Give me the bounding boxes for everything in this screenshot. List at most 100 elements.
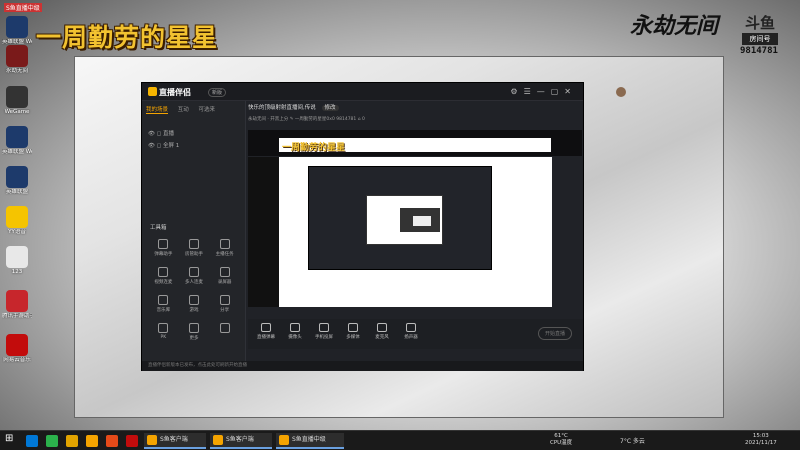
browser-icon[interactable]	[106, 435, 118, 447]
taskview-icon[interactable]	[26, 435, 38, 447]
status-bar[interactable]: 直播伴侣新版本已发布，点击此处可刷新开始直播	[142, 361, 583, 371]
nested-preview-4	[413, 216, 431, 226]
toolbox-item[interactable]: 多人连麦	[179, 267, 210, 285]
douyu-icon	[213, 435, 223, 445]
tool-icon	[219, 323, 230, 333]
avatar[interactable]	[616, 87, 626, 99]
desktop-icon[interactable]: 英雄联盟 WeGame版	[2, 126, 32, 156]
toolbox-item[interactable]: 弹幕助手	[148, 239, 179, 257]
toolbox-grid: 弹幕助手 房管助手 主播任务视频连麦 多人连麦 录屏器音乐库 游戏 分享 PK 更多	[148, 239, 240, 341]
bottom-tool-button[interactable]: 摄像头	[281, 323, 309, 340]
toolbox-item[interactable]: 视频连麦	[148, 267, 179, 285]
naraka-icon	[6, 45, 28, 67]
bottom-toolbar: 直播弹幕 摄像头 手机投屏 多媒体 麦克风 扬声器 开始直播	[248, 319, 583, 349]
app-name: 直播伴侣	[159, 88, 191, 97]
edit-title-button[interactable]: 修改	[321, 105, 339, 111]
task-douyu-client-2[interactable]: S鱼客户端	[210, 433, 272, 449]
toolbox-item[interactable]: 房管助手	[179, 239, 210, 257]
scene-item-live[interactable]: 👁 ◻ 直播	[148, 129, 174, 137]
streamer-title: 一周勤劳的星星	[36, 23, 219, 52]
bottom-tool-icon	[261, 323, 271, 332]
tool-icon	[188, 295, 199, 305]
desktop-icon[interactable]: 网易云音乐	[2, 334, 32, 364]
stream-title: 快乐的顶级射射直播间,传说 修改	[248, 103, 339, 111]
bottom-tool-button[interactable]: 多媒体	[339, 323, 367, 340]
tool-icon	[158, 323, 169, 333]
wechat-icon[interactable]	[46, 435, 58, 447]
bottom-tool-icon	[406, 323, 416, 332]
douyu-icon	[147, 435, 157, 445]
wegame-icon	[6, 86, 28, 108]
preview-streamer-title: 一周勤劳的星星	[282, 143, 346, 153]
platform-badge: 斗鱼 房间号	[742, 12, 778, 45]
app-titlebar: 直播伴侣 新版 ⚙☰—▢✕	[142, 83, 626, 101]
sidebar-tabs: 我的场景 互动 可选来	[146, 105, 223, 114]
bottom-tool-icon	[348, 323, 358, 332]
room-id: 9814781	[740, 46, 778, 56]
room-label: 房间号	[742, 33, 778, 45]
lol-icon	[6, 166, 28, 188]
task-douyu-client-1[interactable]: S鱼客户端	[144, 433, 206, 449]
toolbox-item[interactable]: 分享	[209, 295, 240, 313]
tab-scenes[interactable]: 我的场景	[146, 107, 169, 114]
tool-icon	[158, 295, 169, 305]
desktop-icon[interactable]: 英雄联盟	[2, 166, 32, 196]
bottom-tool-icon	[319, 323, 329, 332]
desktop-icon[interactable]: 英雄联盟 WeGame版	[2, 16, 32, 46]
taskbar: ⊞ S鱼客户端 S鱼客户端 S鱼直播中级 61°C CPU温度 7°C 多云 15…	[0, 430, 800, 450]
douyu-logo: 斗鱼	[744, 14, 775, 32]
tool-icon	[219, 239, 230, 249]
bottom-tool-button[interactable]: 手机投屏	[310, 323, 338, 340]
stream-tag: S鱼直播中级	[4, 3, 42, 12]
douyu-icon	[279, 435, 289, 445]
tencent-icon	[6, 290, 28, 312]
stream-sub-info: 永劫无间 · 开黑上分 ✎ 一周勤劳的星星0x0 9814781 ⌂ 0	[248, 117, 365, 122]
file-icon	[6, 246, 28, 268]
desktop-icon[interactable]: 腾讯手游助手	[2, 290, 32, 320]
sidebar: 我的场景 互动 可选来 👁 ◻ 直播 👁 ◻ 全屏 1 工具箱 弹幕助手 房管助手…	[142, 101, 246, 371]
tool-icon	[188, 239, 199, 249]
bottom-tool-icon	[290, 323, 300, 332]
game-icon[interactable]	[86, 435, 98, 447]
weather-widget[interactable]: 7°C 多云	[620, 436, 645, 445]
tool-icon	[219, 267, 230, 277]
bottom-tool-icon	[377, 323, 387, 332]
tab-interact[interactable]: 互动	[178, 107, 189, 113]
tab-optional[interactable]: 可选来	[199, 107, 216, 113]
tool-icon	[219, 295, 230, 305]
toolbox-item[interactable]: 录屏器	[209, 267, 240, 285]
desktop-icon[interactable]: 123	[2, 246, 32, 276]
netease-icon[interactable]	[126, 435, 138, 447]
yy-icon	[6, 206, 28, 228]
lol-icon	[6, 126, 28, 148]
bottom-tool-button[interactable]: 麦克风	[368, 323, 396, 340]
toolbox-item[interactable]: 游戏	[179, 295, 210, 313]
toolbox-item[interactable]: 更多	[179, 323, 210, 341]
version-badge[interactable]: 新版	[208, 88, 227, 97]
bottom-tool-button[interactable]: 直播弹幕	[252, 323, 280, 340]
tool-icon	[158, 267, 169, 277]
cpu-temp-widget[interactable]: 61°C CPU温度	[550, 433, 572, 447]
window-controls[interactable]: ⚙☰—▢✕	[510, 87, 577, 96]
folder-icon[interactable]	[66, 435, 78, 447]
toolbox-item[interactable]: PK	[148, 323, 179, 341]
tool-icon	[158, 239, 169, 249]
desktop-icon[interactable]: YY语音	[2, 206, 32, 236]
start-stream-button[interactable]: 开始直播	[538, 327, 573, 340]
task-douyu-live[interactable]: S鱼直播中级	[276, 433, 344, 449]
lol-icon	[6, 16, 28, 38]
netease-music-icon	[6, 334, 28, 356]
game-logo: 永劫无间	[630, 13, 719, 39]
scene-item-fullscreen[interactable]: 👁 ◻ 全屏 1	[148, 141, 179, 149]
windows-start-icon[interactable]: ⊞	[5, 433, 17, 445]
app-logo: 直播伴侣	[148, 87, 191, 98]
toolbox-item[interactable]: 主播任务	[209, 239, 240, 257]
toolbox-item[interactable]: 音乐库	[148, 295, 179, 313]
toolbox-item[interactable]	[209, 323, 240, 341]
tool-icon	[188, 323, 199, 333]
desktop-icon[interactable]: WeGame	[2, 86, 32, 116]
clock[interactable]: 15:03 2021/11/17	[745, 433, 777, 447]
tool-icon	[188, 267, 199, 277]
bottom-tool-button[interactable]: 扬声器	[397, 323, 425, 340]
desktop-icon[interactable]: 永劫无间	[2, 45, 32, 75]
